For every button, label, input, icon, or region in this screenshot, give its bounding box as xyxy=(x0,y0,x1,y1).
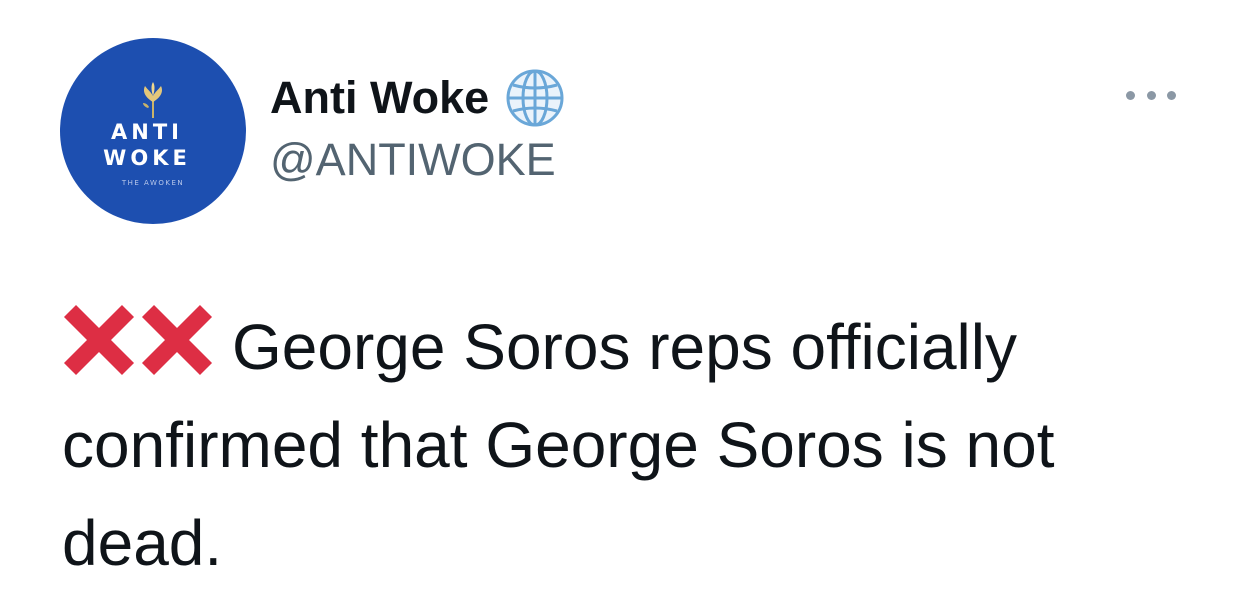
avatar[interactable]: ANTI WOKE THE AWOKEN xyxy=(60,38,246,224)
more-dot xyxy=(1167,90,1176,100)
author-name-row: Anti Woke xyxy=(270,68,567,128)
cross-mark-icon xyxy=(63,304,135,376)
more-dot xyxy=(1146,90,1156,100)
cross-mark-icon xyxy=(141,304,213,376)
author-handle[interactable]: @ANTIWOKE xyxy=(270,132,556,188)
avatar-tagline: THE AWOKEN xyxy=(121,179,185,187)
tweet-card: ANTI WOKE THE AWOKEN Anti Woke @ANTIWOKE… xyxy=(0,0,1242,606)
avatar-text-anti: ANTI xyxy=(111,120,183,144)
globe-icon xyxy=(506,69,564,127)
avatar-text-woke: WOKE xyxy=(103,146,191,170)
flower-logo-icon xyxy=(143,82,163,118)
author-display-name[interactable]: Anti Woke xyxy=(270,70,489,126)
more-options-icon[interactable] xyxy=(1126,80,1176,110)
tweet-body: George Soros reps officially confirmed t… xyxy=(62,298,1212,592)
more-dot xyxy=(1126,90,1135,100)
